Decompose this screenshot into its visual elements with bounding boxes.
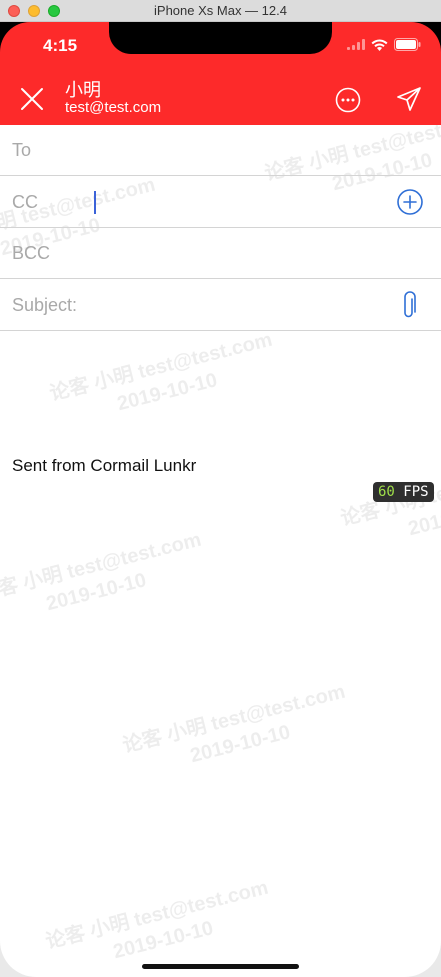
send-icon[interactable] <box>396 86 422 112</box>
attachment-icon[interactable] <box>398 291 420 321</box>
status-icons <box>347 38 421 51</box>
watermark: 论客 小明 test@test.com2019-10-10 <box>338 453 441 541</box>
fps-unit: FPS <box>403 484 429 500</box>
subject-label: Subject: <box>12 295 78 315</box>
watermark: 论客 小明 test@test.com2019-10-10 <box>43 876 271 964</box>
watermark: 论客 小明 test@test.com2019-10-10 <box>47 328 275 416</box>
to-field[interactable]: To <box>0 125 441 176</box>
to-label: To <box>12 140 32 160</box>
bcc-field[interactable]: BCC <box>0 228 441 279</box>
sender-email: test@test.com <box>65 99 162 116</box>
subject-field[interactable]: Subject: <box>0 280 441 331</box>
wifi-icon <box>371 39 388 51</box>
signal-icon <box>347 39 365 50</box>
email-body-signature[interactable]: Sent from Cormail Lunkr <box>12 456 196 476</box>
watermark: 论客 小明 test@test.com2019-10-10 <box>0 528 204 616</box>
compose-header: 4:15 小明 test@test.com <box>0 22 441 125</box>
close-icon[interactable] <box>18 85 46 113</box>
text-cursor <box>94 191 96 214</box>
battery-icon <box>394 38 421 51</box>
cc-label: CC <box>12 192 38 212</box>
watermark: 论客 小明 test@test.com2019-10-10 <box>120 680 348 768</box>
home-indicator[interactable] <box>142 964 299 969</box>
status-time: 4:15 <box>43 36 78 55</box>
add-contact-icon[interactable] <box>396 188 424 216</box>
fps-counter: 60 FPS <box>373 482 434 502</box>
phone-screen: 论客 小明 test@test.com2019-10-10 论客 小明 test… <box>0 22 441 977</box>
window-titlebar: iPhone Xs Max — 12.4 <box>0 0 441 22</box>
cc-field[interactable]: CC <box>0 177 441 228</box>
more-icon[interactable] <box>335 87 361 113</box>
bcc-label: BCC <box>12 243 51 263</box>
notch <box>109 22 332 54</box>
fps-value: 60 <box>378 484 395 500</box>
window-title: iPhone Xs Max — 12.4 <box>154 3 287 18</box>
